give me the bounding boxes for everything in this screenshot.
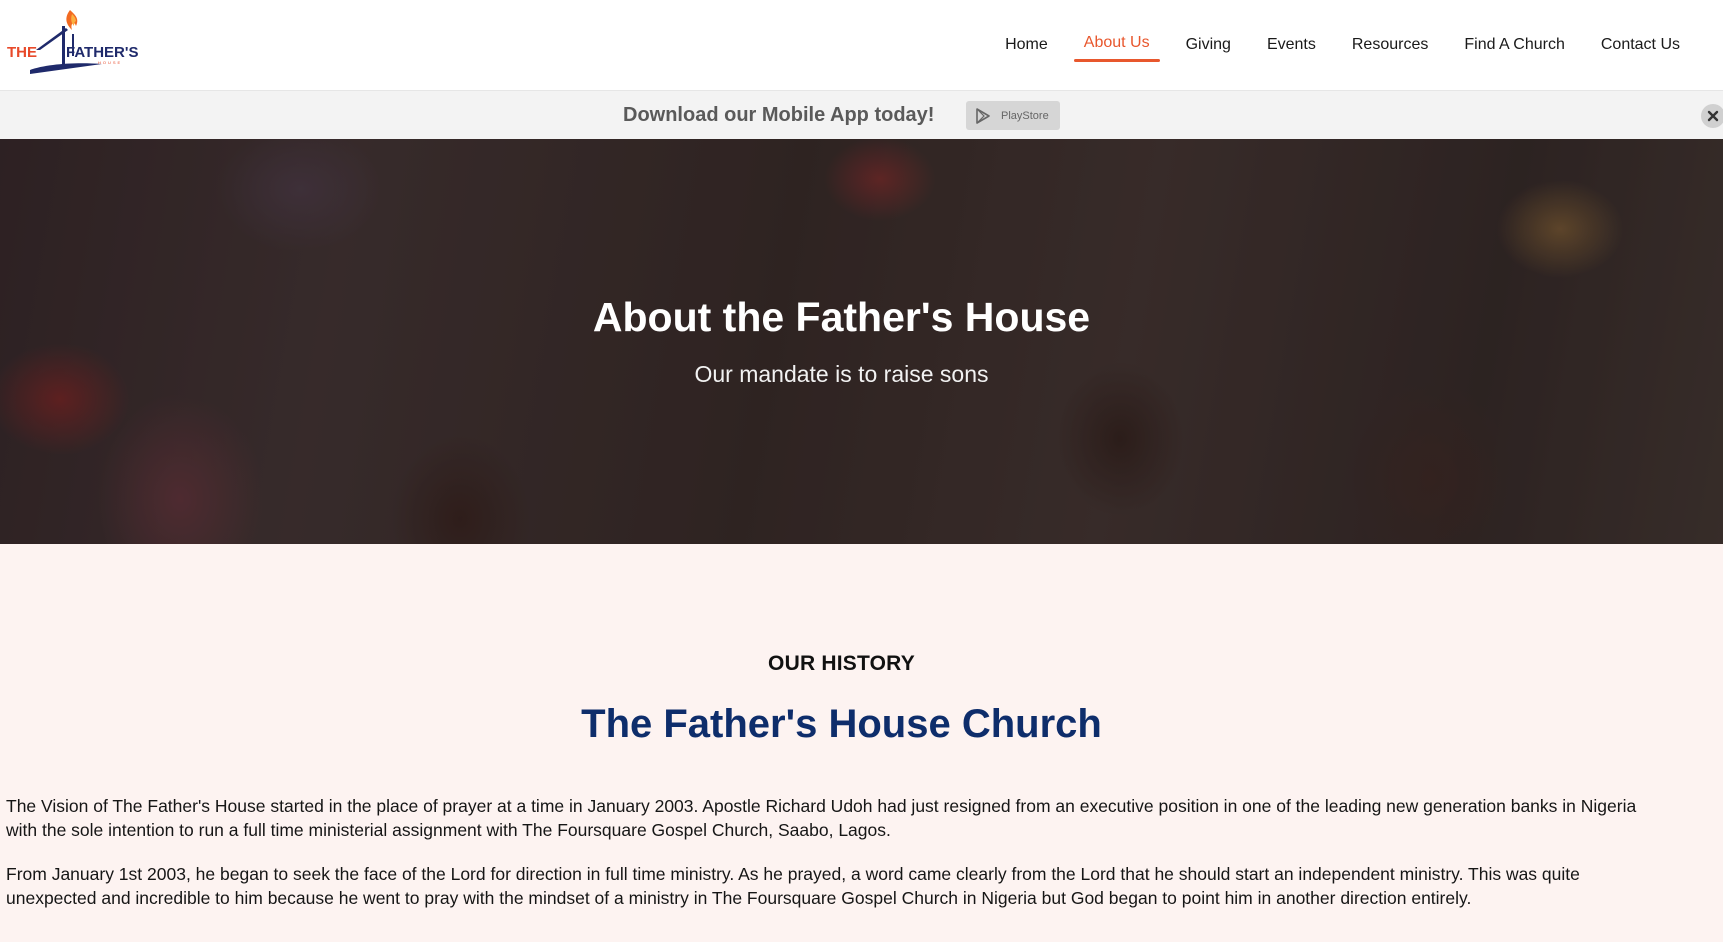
hero-banner: About the Father's House Our mandate is …: [0, 139, 1723, 544]
nav-contact-us-label: Contact Us: [1600, 36, 1680, 53]
church-logo[interactable]: THE FATHER'S HOUSE: [6, 4, 142, 78]
svg-text:HOUSE: HOUSE: [98, 60, 122, 65]
hero-title: About the Father's House: [592, 294, 1091, 340]
hero-subtitle: Our mandate is to raise sons: [694, 361, 989, 387]
nav-home[interactable]: Home: [1005, 0, 1048, 90]
section-eyebrow: OUR HISTORY: [768, 652, 915, 675]
banner-close-button[interactable]: [1701, 104, 1723, 128]
nav-contact-us[interactable]: Contact Us: [1601, 0, 1680, 90]
nav-events-label: Events: [1266, 36, 1316, 53]
nav-about-us-label: About Us: [1083, 34, 1150, 51]
playstore-button[interactable]: PlayStore: [966, 101, 1060, 130]
nav-home-label: Home: [1005, 36, 1048, 53]
nav-about-us[interactable]: About Us: [1073, 0, 1160, 90]
nav-resources-label: Resources: [1351, 36, 1429, 53]
app-banner-text: Download our Mobile App today!: [623, 104, 935, 126]
nav-find-a-church-label: Find A Church: [1464, 36, 1565, 53]
nav-find-a-church[interactable]: Find A Church: [1464, 0, 1565, 90]
hero-image-overlay: [0, 139, 1723, 544]
nav-giving[interactable]: Giving: [1186, 0, 1231, 90]
logo-mark: THE FATHER'S HOUSE: [7, 10, 138, 74]
nav-events[interactable]: Events: [1267, 0, 1316, 90]
site-header: THE FATHER'S HOUSE Home About Us Giving …: [0, 0, 1723, 90]
section-title: The Father's House Church: [581, 702, 1102, 746]
svg-text:FATHER'S: FATHER'S: [66, 44, 138, 61]
close-icon: [1707, 110, 1719, 122]
main-nav: Home About Us Giving Events Resources Fi…: [969, 0, 1680, 90]
nav-giving-label: Giving: [1185, 36, 1231, 53]
play-store-icon: [976, 107, 990, 124]
playstore-label: PlayStore: [1001, 109, 1049, 122]
history-section: OUR HISTORY The Father's House Church Th…: [0, 544, 1723, 942]
mobile-app-banner: Download our Mobile App today! PlayStore: [0, 90, 1723, 139]
svg-text:THE: THE: [7, 44, 37, 61]
history-paragraph: From January 1st 2003, he began to seek …: [6, 864, 1580, 908]
history-paragraph: The Vision of The Father's House started…: [6, 796, 1637, 840]
nav-resources[interactable]: Resources: [1352, 0, 1428, 90]
